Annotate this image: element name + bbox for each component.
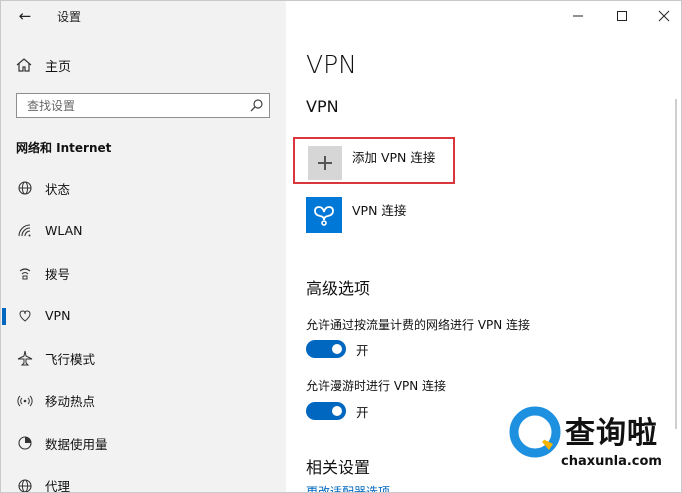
settings-window: ← 设置 主页 网络和 Internet 状态 — [0, 0, 682, 493]
sidebar-item-vpn[interactable]: VPN — [1, 295, 286, 338]
metered-toggle[interactable] — [306, 340, 346, 358]
globe-icon — [17, 180, 33, 196]
section-title: 网络和 Internet — [16, 141, 112, 155]
sidebar-item-label: 数据使用量 — [45, 436, 108, 452]
advanced-options-title: 高级选项 — [306, 279, 371, 298]
add-vpn-label: 添加 VPN 连接 — [352, 150, 436, 165]
wifi-icon — [17, 223, 33, 239]
sidebar-item-label: VPN — [45, 308, 71, 324]
search-icon — [250, 99, 263, 112]
close-icon — [658, 10, 670, 22]
sidebar-item-dialup[interactable]: 拨号 — [1, 252, 286, 295]
search-box[interactable] — [16, 93, 270, 118]
change-adapter-options-link[interactable]: 更改适配器选项 — [306, 483, 390, 492]
minimize-button[interactable] — [560, 5, 596, 27]
proxy-globe-icon — [17, 478, 33, 492]
sidebar-item-home[interactable]: 主页 — [15, 55, 71, 75]
roaming-toggle[interactable] — [306, 402, 346, 420]
sidebar-item-proxy[interactable]: 代理 — [1, 465, 286, 493]
watermark-url: chaxunla.com — [561, 454, 662, 469]
vpn-connection-icon — [306, 197, 342, 233]
vpn-icon — [17, 308, 33, 324]
roaming-option-label: 允许漫游时进行 VPN 连接 — [306, 379, 447, 393]
sidebar-nav: 状态 WLAN 拨号 VPN 飞行模式 移动热点 数据使用量 代理 — [1, 167, 286, 493]
sidebar-item-label: 拨号 — [45, 266, 71, 282]
metered-toggle-state: 开 — [356, 343, 369, 358]
data-usage-icon — [17, 435, 33, 451]
metered-option-label: 允许通过按流量计费的网络进行 VPN 连接 — [306, 318, 531, 332]
back-arrow-icon: ← — [18, 7, 32, 25]
window-title: 设置 — [57, 10, 82, 24]
watermark: 查询啦 chaxunla.com — [509, 406, 679, 486]
hotspot-icon — [17, 393, 33, 409]
home-icon — [16, 58, 32, 72]
sidebar-item-label: 飞行模式 — [45, 351, 96, 367]
sidebar-item-label: 代理 — [45, 479, 71, 493]
sidebar: ← 设置 主页 网络和 Internet 状态 — [1, 1, 286, 492]
page-title: VPN — [306, 50, 357, 79]
search-input[interactable] — [25, 94, 249, 118]
minimize-icon — [573, 15, 583, 17]
sidebar-item-airplane[interactable]: 飞行模式 — [1, 337, 286, 380]
section-title-vpn: VPN — [306, 97, 339, 116]
scrollbar[interactable] — [675, 99, 677, 429]
sidebar-item-label: 状态 — [45, 181, 71, 197]
airplane-icon — [17, 350, 33, 366]
dialup-icon — [17, 265, 33, 281]
watermark-name: 查询啦 — [565, 416, 658, 451]
roaming-toggle-state: 开 — [356, 405, 369, 420]
sidebar-item-status[interactable]: 状态 — [1, 167, 286, 210]
related-settings-title: 相关设置 — [306, 458, 371, 477]
sidebar-item-hotspot[interactable]: 移动热点 — [1, 380, 286, 423]
add-vpn-connection-button[interactable]: 添加 VPN 连接 — [293, 137, 455, 184]
maximize-button[interactable] — [604, 5, 640, 27]
home-label: 主页 — [45, 59, 72, 75]
close-button[interactable] — [646, 5, 681, 27]
watermark-logo-icon — [509, 406, 561, 458]
sidebar-item-label: WLAN — [45, 223, 83, 239]
sidebar-item-wlan[interactable]: WLAN — [1, 210, 286, 253]
maximize-icon — [617, 11, 627, 21]
sidebar-item-data-usage[interactable]: 数据使用量 — [1, 422, 286, 465]
sidebar-item-label: 移动热点 — [45, 394, 96, 410]
vpn-connection-label: VPN 连接 — [352, 203, 407, 218]
plus-icon — [308, 146, 342, 180]
back-button[interactable]: ← — [13, 5, 37, 27]
